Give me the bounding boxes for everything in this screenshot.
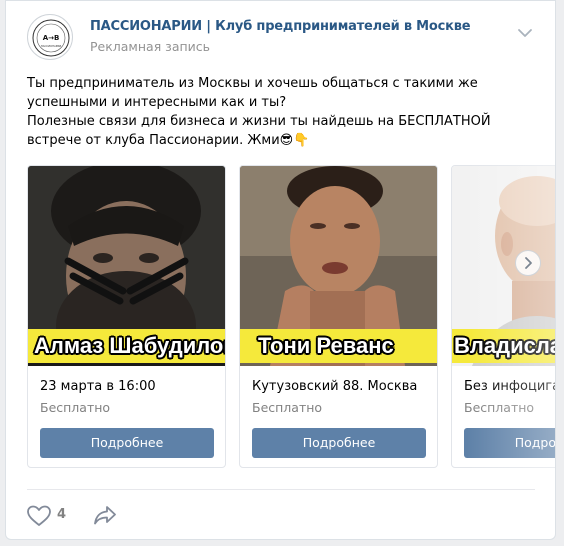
like-count: 4 (57, 507, 67, 522)
card-details-button[interactable]: Подробнее (252, 428, 426, 458)
card-banner-text: Тони Реванс (258, 333, 394, 358)
card-title: 23 марта в 16:00 (40, 379, 156, 394)
card-banner: Тони Реванс (240, 329, 437, 363)
avatar-caption: ПАССИОНАРИИ (41, 44, 62, 48)
card-subtitle: Бесплатно (464, 400, 535, 415)
post-text: Ты предприниматель из Москвы и хочешь об… (27, 74, 537, 150)
card-banner: Владислав (452, 329, 555, 363)
card-subtitle: Бесплатно (252, 400, 323, 415)
carousel-card[interactable]: Владислав Без инфоциган Бесплатно Подроб… (451, 165, 555, 468)
chevron-right-icon (525, 257, 532, 269)
carousel-card[interactable]: Тони Реванс Кутузовский 88. Москва Беспл… (239, 165, 438, 468)
card-details-button[interactable]: Подробнее (40, 428, 214, 458)
like-button[interactable]: 4 (26, 504, 66, 528)
card-banner: Алмаз Шабудилов (28, 329, 225, 363)
carousel-card[interactable]: Алмаз Шабудилов 23 марта в 16:00 Бесплат… (27, 165, 226, 468)
ad-label: Рекламная запись (90, 39, 211, 54)
avatar-letters: A→B (43, 34, 60, 42)
post-text-line: Полезные связи для бизнеса и жизни ты на… (27, 114, 491, 148)
post-card: A→B ПАССИОНАРИИ ПАССИОНАРИИ | Клуб предп… (5, 0, 556, 540)
card-title: Кутузовский 88. Москва (252, 379, 418, 394)
heart-icon (27, 505, 51, 526)
carousel-next-button[interactable] (515, 250, 541, 276)
footer-divider (27, 489, 535, 490)
share-arrow-icon (94, 506, 116, 525)
card-photo[interactable]: Алмаз Шабудилов (28, 166, 225, 366)
card-details-button[interactable]: Подробнее (464, 428, 555, 458)
avatar-logo: A→B ПАССИОНАРИИ (32, 19, 70, 57)
carousel[interactable]: Алмаз Шабудилов 23 марта в 16:00 Бесплат… (27, 165, 555, 470)
post-header: A→B ПАССИОНАРИИ ПАССИОНАРИИ | Клуб предп… (27, 14, 535, 60)
group-avatar[interactable]: A→B ПАССИОНАРИИ (27, 14, 73, 60)
card-subtitle: Бесплатно (40, 400, 111, 415)
card-photo[interactable]: Тони Реванс (240, 166, 437, 366)
group-name-link[interactable]: ПАССИОНАРИИ | Клуб предпринимателей в Мо… (90, 19, 471, 34)
share-button[interactable] (93, 504, 117, 526)
card-title: Без инфоциган (464, 379, 555, 394)
card-banner-text: Алмаз Шабудилов (34, 333, 225, 358)
card-banner-text: Владислав (454, 333, 555, 358)
post-text-line: Ты предприниматель из Москвы и хочешь об… (27, 76, 478, 110)
post-menu-chevron-icon[interactable] (517, 24, 533, 37)
